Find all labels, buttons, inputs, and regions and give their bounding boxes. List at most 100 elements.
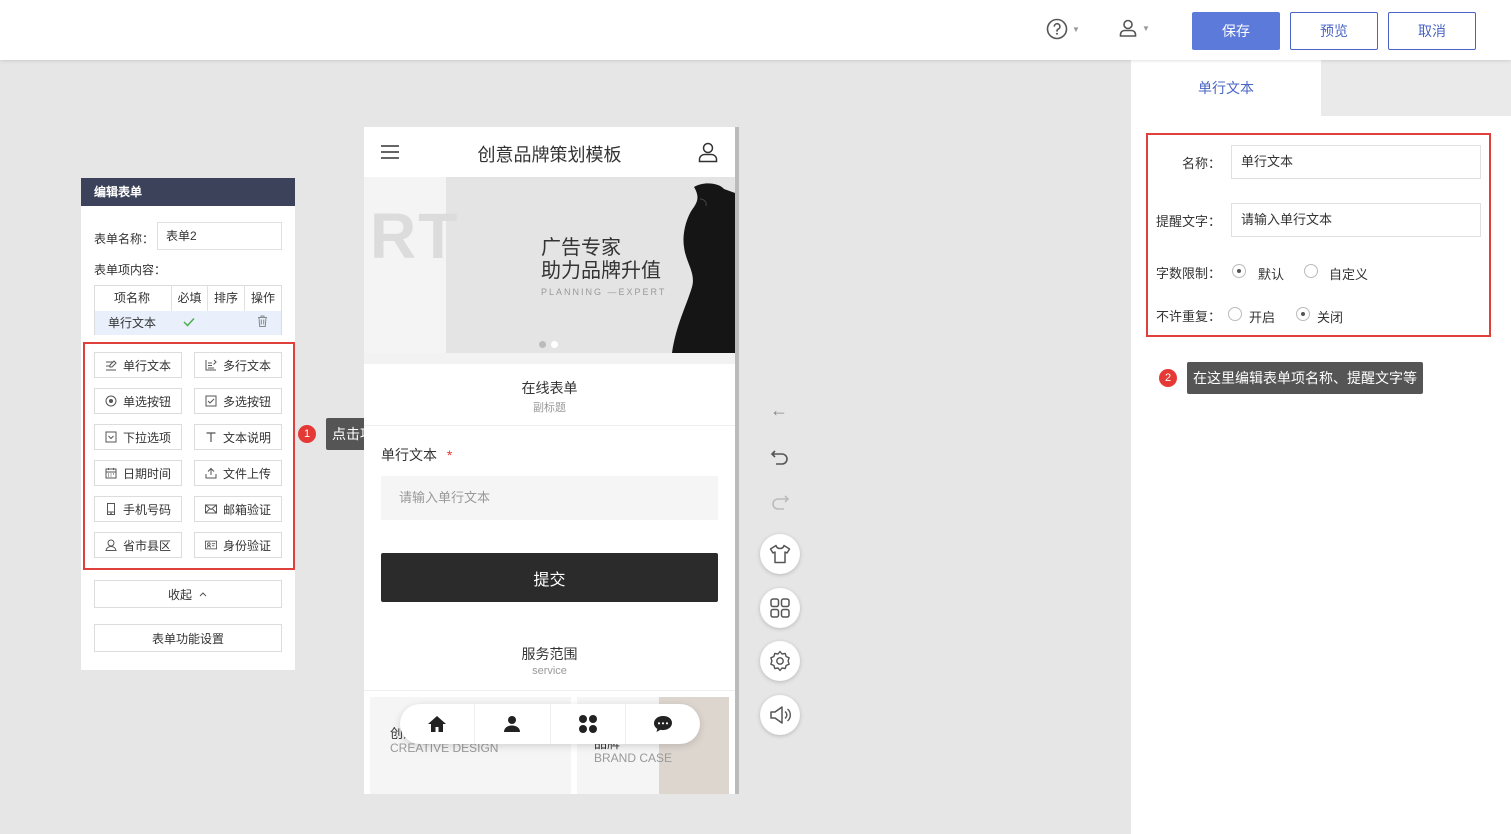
gear-icon [770,650,790,672]
nav-apps[interactable] [551,704,626,744]
user-menu[interactable]: ▼ [1118,18,1150,38]
speaker-icon [770,706,791,724]
radio-off[interactable] [1296,307,1310,321]
step-badge-2: 2 [1159,369,1177,387]
person-icon [504,716,521,732]
question-circle-icon [1046,18,1068,40]
tab-single-line-text[interactable]: 单行文本 [1131,60,1321,116]
col-header-sort: 排序 [207,286,244,311]
top-bar: ▼ ▼ 保存 预览 取消 [0,0,1511,60]
add-text-desc-button[interactable]: 文本说明 [194,424,282,450]
phone-scrollbar[interactable] [735,127,739,794]
button-label: 手机号码 [122,502,171,517]
redo-icon[interactable] [770,493,790,511]
items-table: 项名称 必填 排序 操作 单行文本 [94,285,282,335]
nav-home[interactable] [400,704,476,744]
divider [364,425,735,426]
add-checkbox-button[interactable]: 多选按钮 [194,388,282,414]
hint-tooltip-2: 在这里编辑表单项名称、提醒文字等 [1187,362,1423,394]
button-label: 文件上传 [222,466,271,481]
edit-lines-icon [205,359,217,371]
button-label: 身份验证 [222,538,271,553]
add-dropdown-button[interactable]: 下拉选项 [94,424,182,450]
chat-icon [653,716,672,732]
help-menu[interactable]: ▼ [1046,18,1080,40]
nav-message[interactable] [626,704,700,744]
add-phone-button[interactable]: 手机号码 [94,496,182,522]
bottom-nav-bar [400,704,700,744]
chevron-down-icon: ▼ [1072,24,1080,34]
cancel-button[interactable]: 取消 [1388,12,1476,50]
add-email-button[interactable]: 邮箱验证 [194,496,282,522]
add-datetime-button[interactable]: 日期时间 [94,460,182,486]
carousel-dot[interactable] [551,341,558,348]
home-icon [428,716,447,732]
modules-icon [770,598,790,618]
radio-icon [105,395,117,407]
form-settings-button[interactable]: 表单功能设置 [94,624,282,652]
phone-header: 创意品牌策划模板 [364,127,735,177]
add-id-verify-button[interactable]: 身份验证 [194,532,282,558]
radio-custom[interactable] [1304,264,1318,278]
col-header-required: 必填 [171,286,207,311]
form-name-input[interactable]: 表单2 [157,222,282,250]
row-name: 单行文本 [107,316,156,330]
undo-icon[interactable] [770,448,790,466]
card-title-en: BRAND CASE [594,751,673,765]
carousel-dot-active[interactable] [539,341,546,348]
panel-title: 编辑表单 [81,178,295,206]
nav-contact[interactable] [475,704,551,744]
radio-on[interactable] [1228,307,1242,321]
button-label: 单行文本 [122,358,171,373]
add-region-button[interactable]: 省市县区 [94,532,182,558]
collapse-button[interactable]: 收起 [94,580,282,608]
form-section-title: 在线表单 [521,380,578,396]
checkbox-icon [205,395,217,407]
user-icon [1119,19,1137,37]
radio-default-label: 默认 [1258,267,1285,282]
hero-banner[interactable]: RT 广告专家 助力品牌升值 PLANNING —EXPERT [364,177,735,353]
user-icon[interactable] [697,141,719,163]
table-row[interactable]: 单行文本 [95,311,281,335]
shirt-icon [769,544,791,564]
chevron-up-icon [199,592,207,597]
add-single-line-button[interactable]: 单行文本 [94,352,182,378]
single-line-input[interactable]: 请输入单行文本 [381,476,718,520]
upload-icon [205,467,217,479]
text-icon [205,431,217,443]
preview-button[interactable]: 预览 [1290,12,1378,50]
char-limit-label: 字数限制： [1155,266,1221,281]
radio-custom-label: 自定义 [1329,267,1369,282]
id-card-icon [204,539,217,551]
col-header-action: 操作 [244,286,281,311]
items-label: 表单项内容： [94,263,167,277]
service-subtitle: service [532,665,567,677]
radio-off-label: 关闭 [1317,310,1344,325]
radio-on-label: 开启 [1249,310,1276,325]
arrow-left-icon[interactable]: ← [770,400,788,421]
submit-button[interactable]: 提交 [381,553,718,602]
check-icon[interactable] [171,311,207,335]
announcement-button[interactable] [760,695,800,735]
service-title: 服务范围 [521,646,578,662]
add-radio-button[interactable]: 单选按钮 [94,388,182,414]
button-label: 多行文本 [222,358,271,373]
theme-button[interactable] [760,534,800,574]
save-button[interactable]: 保存 [1192,12,1280,50]
button-label: 单选按钮 [122,394,171,409]
banner-big-letters: RT [370,200,460,272]
radio-default[interactable] [1232,264,1246,278]
trash-icon[interactable] [244,311,281,335]
button-label: 文本说明 [222,430,271,445]
add-multi-line-button[interactable]: 多行文本 [194,352,282,378]
modules-button[interactable] [760,588,800,628]
name-input[interactable]: 单行文本 [1231,145,1481,179]
dropdown-icon [105,431,117,443]
hint-input[interactable]: 请输入单行文本 [1231,203,1481,237]
add-file-upload-button[interactable]: 文件上传 [194,460,282,486]
chevron-down-icon: ▼ [1142,23,1150,33]
button-label: 下拉选项 [122,430,171,445]
hint-label: 提醒文字： [1155,214,1221,229]
edit-line-icon [105,359,117,371]
settings-button[interactable] [760,641,800,681]
